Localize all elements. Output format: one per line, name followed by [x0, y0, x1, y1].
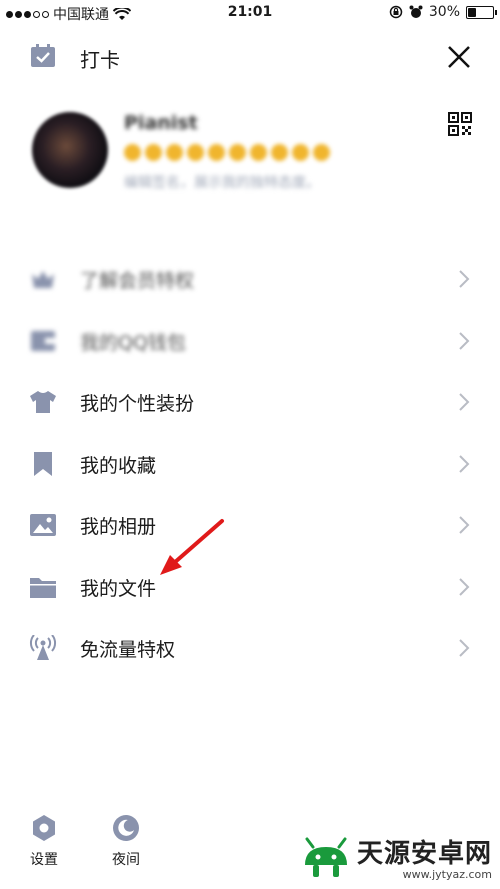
profile-card[interactable]: Pianist 编辑签名，展示我的独特态度。: [0, 104, 500, 214]
drawer-header: 打卡: [0, 32, 500, 84]
watermark: 天源安卓网 www.jytyaz.com: [301, 833, 492, 881]
alarm-icon: [409, 5, 423, 18]
menu-item-label: 我的文件: [80, 577, 157, 600]
folder-icon: [30, 577, 56, 598]
menu-item-label: 我的QQ钱包: [80, 331, 186, 354]
menu-item-vip[interactable]: 了解会员特权: [0, 248, 500, 310]
chevron-right-icon: [459, 516, 470, 534]
menu-item-favorites[interactable]: 我的收藏: [0, 433, 500, 495]
signal-tower-icon: [30, 635, 56, 660]
settings-button[interactable]: 设置: [14, 813, 74, 869]
menu-item-free-data[interactable]: 免流量特权: [0, 617, 500, 679]
watermark-logo-icon: [304, 837, 347, 877]
bookmark-icon: [34, 451, 52, 476]
rotation-lock-icon: [389, 5, 403, 19]
menu-item-label: 我的个性装扮: [80, 393, 195, 415]
calendar-check-icon[interactable]: [30, 44, 56, 68]
drawer-menu: 了解会员特权 我的QQ钱包 我的个性装扮 我的收藏 我的相册 我的文件 免流量特…: [0, 248, 500, 679]
night-mode-button[interactable]: 夜间: [96, 813, 156, 869]
qr-code-icon[interactable]: [448, 112, 472, 136]
menu-item-label: 我的收藏: [80, 454, 157, 477]
shirt-icon: [30, 391, 56, 413]
night-mode-label: 夜间: [112, 852, 140, 868]
avatar[interactable]: [32, 112, 108, 188]
settings-icon: [33, 815, 55, 841]
chevron-right-icon: [459, 454, 470, 473]
status-bar: 中国联通 21:01 30%: [0, 0, 500, 26]
checkin-label[interactable]: 打卡: [80, 44, 120, 73]
menu-item-themes[interactable]: 我的个性装扮: [0, 371, 500, 433]
photo-icon: [30, 514, 56, 536]
close-icon[interactable]: [446, 44, 472, 70]
chevron-right-icon: [459, 639, 470, 657]
menu-item-label: 我的相册: [80, 516, 157, 538]
menu-item-label: 免流量特权: [80, 639, 176, 661]
menu-item-files[interactable]: 我的文件: [0, 556, 500, 618]
wallet-icon: [31, 330, 55, 351]
watermark-title: 天源安卓网: [356, 839, 492, 869]
chevron-right-icon: [459, 393, 470, 411]
settings-label: 设置: [30, 852, 58, 868]
chevron-right-icon: [459, 270, 470, 288]
signature[interactable]: 编辑签名，展示我的独特态度。: [124, 172, 320, 192]
annotation-arrow-icon: [160, 519, 224, 575]
nickname: Pianist: [124, 112, 198, 134]
battery-icon: [466, 5, 497, 19]
battery-percent: 30%: [428, 4, 460, 20]
level-icons: [124, 144, 330, 161]
chevron-right-icon: [459, 577, 470, 596]
menu-item-label: 了解会员特权: [80, 270, 195, 292]
menu-item-wallet[interactable]: 我的QQ钱包: [0, 310, 500, 372]
menu-item-album[interactable]: 我的相册: [0, 494, 500, 556]
drawer-footer: 设置 夜间 天源安卓网 www.jytyaz.com: [0, 805, 500, 889]
moon-icon: [113, 815, 139, 841]
vip-icon: [32, 271, 54, 288]
chevron-right-icon: [459, 331, 470, 350]
